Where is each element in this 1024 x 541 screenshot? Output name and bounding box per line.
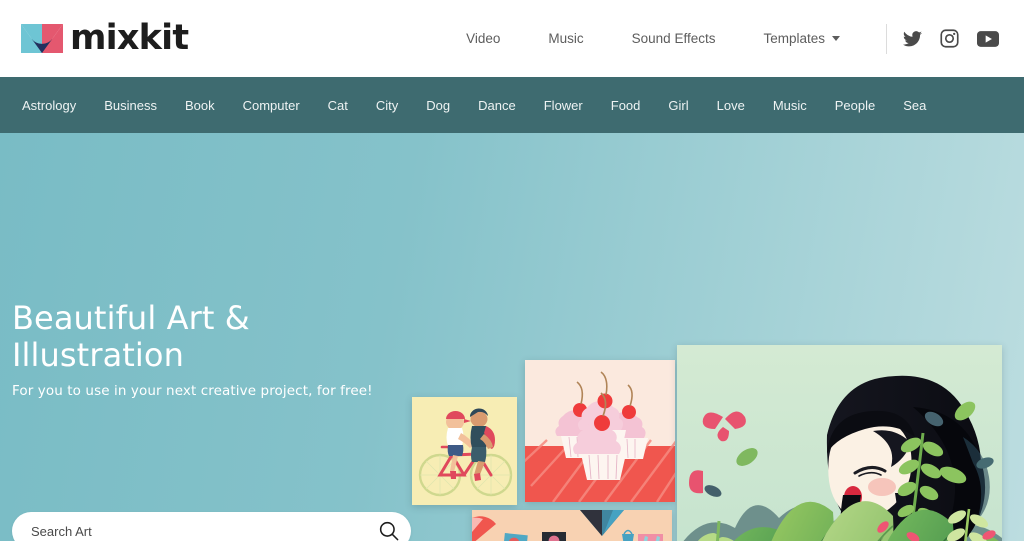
category-girl[interactable]: Girl — [654, 98, 702, 113]
nav-item-templates[interactable]: Templates — [739, 31, 864, 46]
art-card-beach[interactable] — [472, 510, 672, 541]
art-card-cupcakes[interactable] — [525, 360, 675, 502]
category-music[interactable]: Music — [759, 98, 821, 113]
nav-label: Sound Effects — [631, 31, 716, 46]
nav-item-sound-effects[interactable]: Sound Effects — [608, 31, 740, 46]
hero-subtitle: For you to use in your next creative pro… — [12, 382, 373, 399]
category-flower[interactable]: Flower — [530, 98, 597, 113]
mixkit-m-logo-icon — [21, 24, 63, 53]
art-card-girl-in-leaves[interactable] — [677, 345, 1002, 541]
category-business[interactable]: Business — [90, 98, 171, 113]
girl-in-leaves-illustration — [677, 345, 1002, 541]
cyclists-illustration — [412, 397, 517, 505]
nav-label: Templates — [763, 31, 825, 46]
hero-section: Beautiful Art & Illustration For you to … — [0, 133, 1024, 541]
category-dog[interactable]: Dog — [412, 98, 464, 113]
category-book[interactable]: Book — [171, 98, 229, 113]
category-food[interactable]: Food — [597, 98, 655, 113]
main-nav: Video Music Sound Effects Templates — [442, 23, 1024, 54]
nav-label: Video — [466, 31, 501, 46]
category-astrology[interactable]: Astrology — [8, 98, 90, 113]
twitter-icon[interactable] — [903, 30, 922, 47]
category-bar: Astrology Business Book Computer Cat Cit… — [0, 77, 1024, 133]
page-root: mixkit Video Music Sound Effects Templat… — [0, 0, 1024, 541]
category-computer[interactable]: Computer — [229, 98, 314, 113]
logo[interactable]: mixkit — [21, 18, 189, 58]
instagram-icon[interactable] — [940, 29, 959, 48]
logo-text: mixkit — [70, 18, 189, 58]
category-love[interactable]: Love — [703, 98, 759, 113]
art-card-cyclists[interactable] — [412, 397, 517, 505]
nav-item-music[interactable]: Music — [524, 31, 607, 46]
category-people[interactable]: People — [821, 98, 889, 113]
header-divider — [886, 23, 887, 54]
page-title: Beautiful Art & Illustration — [12, 299, 250, 374]
chevron-down-icon — [832, 36, 840, 41]
cupcakes-illustration — [525, 360, 675, 502]
beach-illustration — [472, 510, 672, 541]
hero-copy: Beautiful Art & Illustration For you to … — [12, 300, 432, 399]
search-icon — [379, 521, 399, 541]
site-header: mixkit Video Music Sound Effects Templat… — [0, 0, 1024, 77]
search-bar[interactable] — [12, 512, 411, 541]
nav-item-video[interactable]: Video — [442, 31, 524, 46]
youtube-icon[interactable] — [977, 30, 999, 47]
search-input[interactable] — [12, 523, 367, 539]
category-dance[interactable]: Dance — [464, 98, 530, 113]
category-city[interactable]: City — [362, 98, 412, 113]
category-sea[interactable]: Sea — [889, 98, 940, 113]
nav-label: Music — [548, 31, 584, 46]
category-cat[interactable]: Cat — [314, 98, 362, 113]
social-links — [903, 29, 999, 48]
search-button[interactable] — [367, 512, 411, 541]
